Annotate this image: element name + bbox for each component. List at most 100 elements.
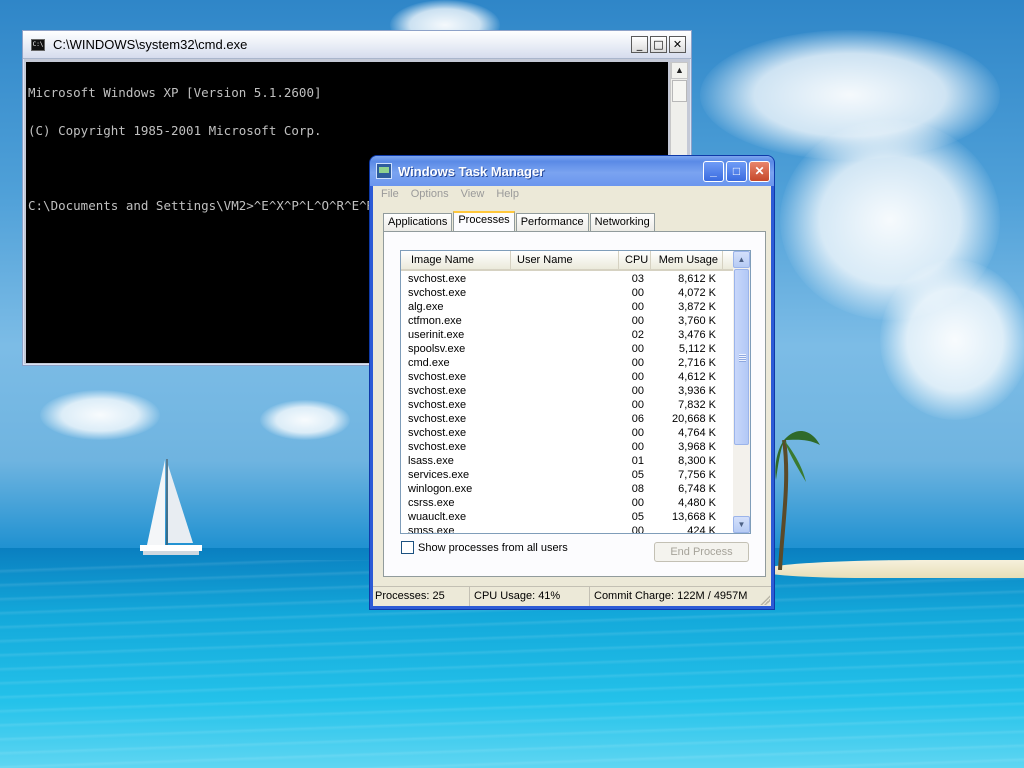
tab-applications[interactable]: Applications bbox=[383, 213, 453, 231]
process-cpu: 00 bbox=[631, 525, 644, 534]
task-manager-title: Windows Task Manager bbox=[398, 163, 545, 179]
process-image-name: userinit.exe bbox=[408, 329, 465, 341]
table-row[interactable]: cmd.exe 00 2,716 K bbox=[401, 356, 735, 370]
process-mem-usage: 4,480 K bbox=[678, 497, 716, 509]
process-cpu: 00 bbox=[631, 385, 644, 397]
process-user-name bbox=[511, 356, 619, 370]
process-cpu: 06 bbox=[631, 413, 644, 425]
process-mem-usage: 3,476 K bbox=[678, 329, 716, 341]
table-row[interactable]: svchost.exe 00 3,968 K bbox=[401, 440, 735, 454]
process-image-name: svchost.exe bbox=[408, 399, 467, 411]
table-row[interactable]: svchost.exe 00 3,936 K bbox=[401, 384, 735, 398]
process-user-name bbox=[511, 328, 619, 342]
column-header-image-name[interactable]: Image Name bbox=[401, 251, 511, 269]
tm-close-button[interactable]: ✕ bbox=[749, 160, 770, 182]
table-row[interactable]: alg.exe 00 3,872 K bbox=[401, 300, 735, 314]
show-all-users-option[interactable]: Show processes from all users bbox=[401, 541, 568, 554]
task-manager-window[interactable]: Windows Task Manager _ □ ✕ File Options … bbox=[370, 156, 774, 609]
table-row[interactable]: smss.exe 00 424 K bbox=[401, 524, 735, 534]
cloud bbox=[260, 400, 350, 440]
table-row[interactable]: svchost.exe 00 7,832 K bbox=[401, 398, 735, 412]
scroll-grip-icon bbox=[739, 354, 746, 362]
process-user-name bbox=[511, 454, 619, 468]
task-manager-titlebar[interactable]: Windows Task Manager _ □ ✕ bbox=[370, 156, 774, 186]
show-all-users-label[interactable]: Show processes from all users bbox=[418, 542, 568, 554]
cmd-maximize-button[interactable]: □ bbox=[650, 36, 667, 53]
process-user-name bbox=[511, 510, 619, 524]
process-mem-usage: 8,612 K bbox=[678, 273, 716, 285]
column-header-cpu[interactable]: CPU bbox=[619, 251, 651, 269]
column-header-mem-usage[interactable]: Mem Usage bbox=[651, 251, 723, 269]
process-user-name bbox=[511, 300, 619, 314]
menu-file[interactable]: File bbox=[376, 186, 404, 204]
scroll-up-arrow-icon[interactable]: ▲ bbox=[671, 62, 688, 79]
console-line: (C) Copyright 1985-2001 Microsoft Corp. bbox=[28, 122, 322, 138]
status-commit-charge: Commit Charge: 122M / 4957M bbox=[594, 590, 748, 602]
menu-view[interactable]: View bbox=[456, 186, 490, 204]
process-list[interactable]: Image Name User Name CPU Mem Usage svcho… bbox=[400, 250, 751, 534]
table-row[interactable]: wuauclt.exe 05 13,668 K bbox=[401, 510, 735, 524]
process-user-name bbox=[511, 524, 619, 533]
menu-help[interactable]: Help bbox=[491, 186, 524, 204]
process-image-name: ctfmon.exe bbox=[408, 315, 462, 327]
process-cpu: 00 bbox=[631, 441, 644, 453]
process-mem-usage: 13,668 K bbox=[671, 511, 716, 523]
table-row[interactable]: userinit.exe 02 3,476 K bbox=[401, 328, 735, 342]
tab-performance[interactable]: Performance bbox=[515, 213, 589, 231]
process-image-name: csrss.exe bbox=[408, 497, 455, 509]
tab-networking[interactable]: Networking bbox=[589, 213, 655, 231]
table-row[interactable]: svchost.exe 00 4,764 K bbox=[401, 426, 735, 440]
table-row[interactable]: lsass.exe 01 8,300 K bbox=[401, 454, 735, 468]
show-all-users-checkbox[interactable] bbox=[401, 541, 414, 554]
process-image-name: svchost.exe bbox=[408, 371, 467, 383]
process-list-scroll-thumb[interactable] bbox=[734, 269, 749, 445]
process-mem-usage: 3,968 K bbox=[678, 441, 716, 453]
process-mem-usage: 3,760 K bbox=[678, 315, 716, 327]
resize-grip-icon[interactable] bbox=[760, 595, 770, 605]
process-cpu: 00 bbox=[631, 399, 644, 411]
process-list-header: Image Name User Name CPU Mem Usage bbox=[401, 251, 735, 271]
cmd-titlebar[interactable]: C:\ C:\WINDOWS\system32\cmd.exe _ □ ✕ bbox=[23, 31, 691, 59]
process-image-name: smss.exe bbox=[408, 525, 455, 534]
tm-maximize-button[interactable]: □ bbox=[726, 160, 747, 182]
tab-processes[interactable]: Processes bbox=[453, 211, 515, 232]
table-row[interactable]: svchost.exe 00 4,612 K bbox=[401, 370, 735, 384]
tm-minimize-button[interactable]: _ bbox=[703, 160, 724, 182]
process-image-name: svchost.exe bbox=[408, 413, 467, 425]
table-row[interactable]: svchost.exe 06 20,668 K bbox=[401, 412, 735, 426]
scroll-down-arrow-icon[interactable]: ▼ bbox=[733, 516, 750, 533]
process-user-name bbox=[511, 426, 619, 440]
cmd-close-button[interactable]: ✕ bbox=[669, 36, 686, 53]
process-list-scrollbar[interactable]: ▲ ▼ bbox=[733, 251, 750, 533]
column-header-user-name[interactable]: User Name bbox=[511, 251, 619, 269]
process-mem-usage: 3,872 K bbox=[678, 301, 716, 313]
console-line: Microsoft Windows XP [Version 5.1.2600] bbox=[28, 85, 322, 100]
process-cpu: 08 bbox=[631, 483, 644, 495]
process-cpu: 00 bbox=[631, 497, 644, 509]
menu-options[interactable]: Options bbox=[406, 186, 454, 204]
table-row[interactable]: winlogon.exe 08 6,748 K bbox=[401, 482, 735, 496]
process-mem-usage: 20,668 K bbox=[671, 413, 716, 425]
status-processes: Processes: 25 bbox=[373, 587, 470, 606]
process-cpu: 00 bbox=[631, 315, 644, 327]
table-row[interactable]: spoolsv.exe 00 5,112 K bbox=[401, 342, 735, 356]
process-cpu: 00 bbox=[631, 343, 644, 355]
console-prompt: C:\Documents and Settings\VM2>^E^X^P^L^O… bbox=[28, 197, 375, 213]
table-row[interactable]: services.exe 05 7,756 K bbox=[401, 468, 735, 482]
scroll-up-arrow-icon[interactable]: ▲ bbox=[733, 251, 750, 268]
cmd-scroll-thumb[interactable] bbox=[672, 80, 687, 102]
table-row[interactable]: ctfmon.exe 00 3,760 K bbox=[401, 314, 735, 328]
cmd-minimize-button[interactable]: _ bbox=[631, 36, 648, 53]
menu-bar: File Options View Help bbox=[376, 186, 526, 204]
process-mem-usage: 5,112 K bbox=[678, 343, 716, 355]
tab-strip: Applications Processes Performance Netwo… bbox=[383, 211, 656, 232]
process-cpu: 02 bbox=[631, 329, 644, 341]
table-row[interactable]: csrss.exe 00 4,480 K bbox=[401, 496, 735, 510]
process-user-name bbox=[511, 314, 619, 328]
table-row[interactable]: svchost.exe 03 8,612 K bbox=[401, 272, 735, 286]
process-image-name: svchost.exe bbox=[408, 441, 467, 453]
process-cpu: 03 bbox=[631, 273, 644, 285]
process-image-name: svchost.exe bbox=[408, 427, 467, 439]
end-process-button[interactable]: End Process bbox=[654, 542, 749, 562]
table-row[interactable]: svchost.exe 00 4,072 K bbox=[401, 286, 735, 300]
